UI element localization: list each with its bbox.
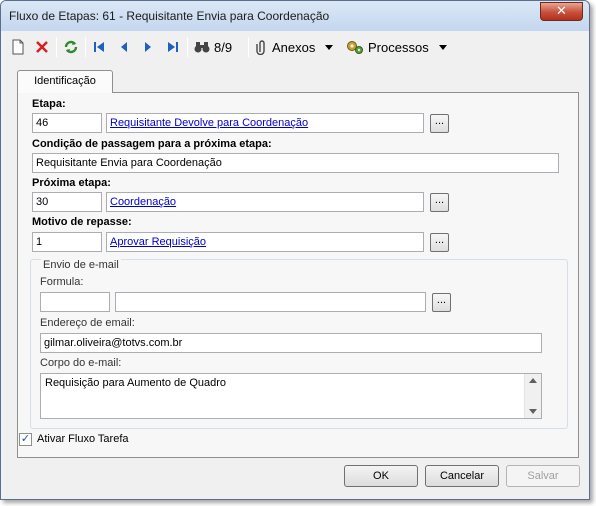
dropdown-arrow-icon xyxy=(438,44,447,50)
email-body-scrollbar[interactable] xyxy=(524,374,541,418)
title-bar: Fluxo de Etapas: 61 - Requisitante Envia… xyxy=(1,1,589,31)
ok-button[interactable]: OK xyxy=(344,465,418,487)
condicao-label: Condição de passagem para a próxima etap… xyxy=(32,138,272,150)
email-body-textarea[interactable]: Requisição para Aumento de Quadro xyxy=(40,373,542,419)
toolbar-separator xyxy=(187,37,188,57)
etapa-label: Etapa: xyxy=(32,98,66,110)
cancel-button[interactable]: Cancelar xyxy=(425,465,499,487)
anexos-label: Anexos xyxy=(272,39,316,55)
first-record-button[interactable] xyxy=(93,37,105,57)
toolbar: 8/9 Anexos Processos xyxy=(3,33,587,61)
formula-label: Formula: xyxy=(40,276,84,288)
window-title: Fluxo de Etapas: 61 - Requisitante Envia… xyxy=(9,9,330,23)
proxima-etapa-label: Próxima etapa: xyxy=(32,177,111,189)
close-button[interactable]: ✕ xyxy=(540,2,583,21)
paperclip-icon xyxy=(256,40,265,55)
refresh-button[interactable] xyxy=(63,37,79,57)
corpo-label: Corpo do e-mail: xyxy=(40,357,122,369)
proxima-name-field[interactable]: Coordenação xyxy=(106,192,424,212)
previous-record-button[interactable] xyxy=(119,37,129,57)
proxima-code-field[interactable]: 30 xyxy=(32,192,102,212)
toolbar-separator xyxy=(85,37,86,57)
dropdown-arrow-icon xyxy=(325,44,334,50)
tab-identificacao[interactable]: Identificação xyxy=(17,70,113,93)
motivo-label: Motivo de repasse: xyxy=(32,216,132,228)
processos-label: Processos xyxy=(368,39,429,55)
processos-menu[interactable]: Processos xyxy=(346,37,447,57)
email-address-field[interactable]: gilmar.oliveira@totvs.com.br xyxy=(40,333,542,353)
etapa-name-field[interactable]: Requisitante Devolve para Coordenação xyxy=(106,113,424,133)
save-button[interactable]: Salvar xyxy=(506,465,580,487)
gears-icon xyxy=(347,41,363,54)
next-record-button[interactable] xyxy=(143,37,153,57)
scroll-down-icon xyxy=(529,409,537,414)
endereco-label: Endereço de email: xyxy=(40,317,135,329)
toolbar-separator xyxy=(56,37,57,57)
motivo-name-field[interactable]: Aprovar Requisição xyxy=(106,232,424,252)
checkbox-checkmark-icon: ✓ xyxy=(20,433,31,445)
etapa-lookup-button[interactable]: ... xyxy=(430,114,449,133)
email-body-text: Requisição para Aumento de Quadro xyxy=(45,377,227,389)
ativar-fluxo-label: Ativar Fluxo Tarefa xyxy=(37,433,129,445)
dialog-body: 8/9 Anexos Processos Identificação Etapa… xyxy=(3,31,587,499)
identificacao-panel: Etapa: 46 Requisitante Devolve para Coor… xyxy=(17,92,579,458)
toolbar-separator xyxy=(248,37,249,57)
etapa-code-field[interactable]: 46 xyxy=(32,113,102,133)
close-icon: ✕ xyxy=(556,3,567,18)
delete-icon xyxy=(36,41,48,53)
first-record-icon xyxy=(94,42,104,52)
formula-name-field[interactable] xyxy=(115,292,426,312)
proxima-lookup-button[interactable]: ... xyxy=(430,193,449,212)
new-record-button[interactable] xyxy=(11,37,25,57)
record-position[interactable]: 8/9 xyxy=(194,37,232,57)
last-record-icon xyxy=(168,42,178,52)
binoculars-icon xyxy=(194,42,210,53)
motivo-code-field[interactable]: 1 xyxy=(32,232,102,252)
delete-record-button[interactable] xyxy=(35,37,49,57)
refresh-icon xyxy=(64,40,78,54)
email-group-label: Envio de e-mail xyxy=(41,259,121,271)
condicao-field[interactable]: Requisitante Envia para Coordenação xyxy=(32,153,559,173)
previous-icon xyxy=(121,42,127,52)
next-icon xyxy=(145,42,151,52)
dialog-window: Fluxo de Etapas: 61 - Requisitante Envia… xyxy=(0,0,590,500)
anexos-menu[interactable]: Anexos xyxy=(256,37,334,57)
ativar-fluxo-checkbox[interactable]: ✓ xyxy=(19,433,32,446)
formula-code-field[interactable] xyxy=(40,292,110,312)
record-position-label: 8/9 xyxy=(214,39,233,55)
motivo-lookup-button[interactable]: ... xyxy=(430,233,449,252)
last-record-button[interactable] xyxy=(167,37,179,57)
email-groupbox: Envio de e-mail Formula: ... Endereço de… xyxy=(30,259,568,429)
formula-lookup-button[interactable]: ... xyxy=(432,293,451,312)
new-document-icon xyxy=(12,39,24,55)
scroll-up-icon xyxy=(529,378,537,383)
